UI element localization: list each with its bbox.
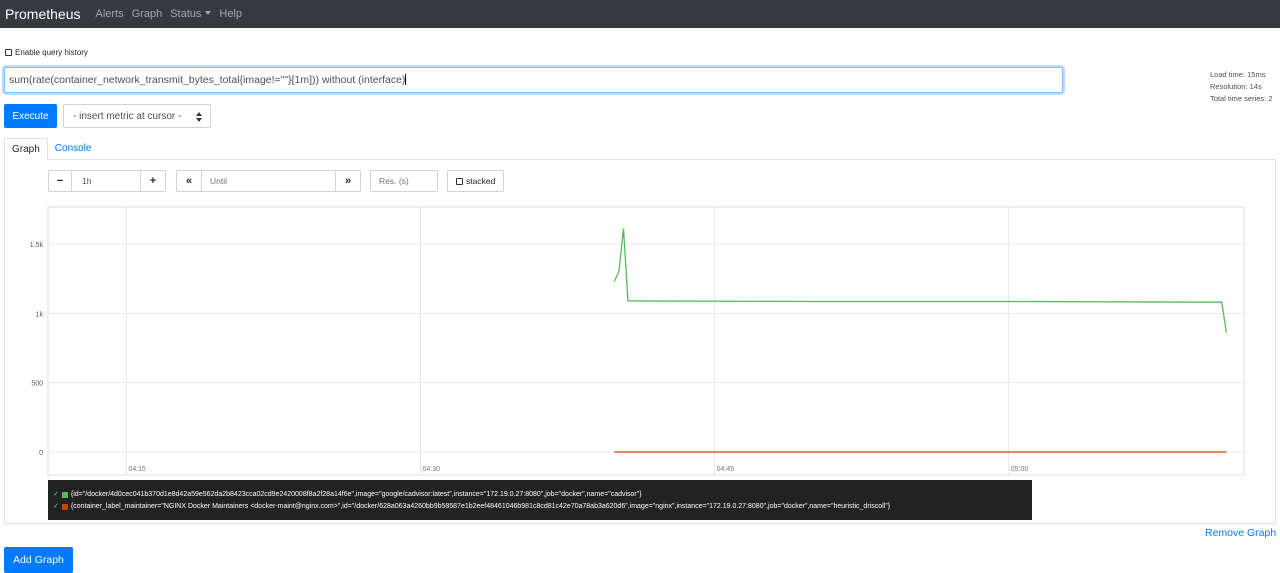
chart-axes: 0 500 1k 1.5k 04:15 04:30 04:45 05:00 [30,242,1029,473]
x-tick-label: 04:30 [423,466,441,473]
legend-label: {id="/docker/4d0cec041b370d1e8d42a59e562… [70,491,642,498]
chart-grid [47,206,1245,476]
add-graph-button[interactable]: Add Graph [4,547,73,573]
legend-item[interactable]: ✓ {container_label_maintainer="NGINX Doc… [53,501,1027,513]
y-tick-label: 1k [36,311,44,318]
x-tick-label: 04:15 [128,466,146,473]
legend-swatch [61,492,68,498]
chart-series [613,228,1228,453]
tab-graph[interactable]: Graph [4,138,48,160]
remove-graph-link[interactable]: Remove Graph [1205,527,1276,539]
legend-label: {container_label_maintainer="NGINX Docke… [70,503,891,510]
graph-legend: ✓ {id="/docker/4d0cec041b370d1e8d42a59e5… [48,480,1032,520]
x-tick-label: 05:00 [1011,466,1029,473]
check-icon: ✓ [53,491,59,498]
plot-frame [47,206,1245,476]
y-tick-label: 1.5k [30,242,44,249]
legend-item[interactable]: ✓ {id="/docker/4d0cec041b370d1e8d42a59e5… [53,489,1027,501]
legend-swatch [61,504,68,510]
y-tick-label: 500 [31,381,43,388]
check-icon: ✓ [53,503,59,510]
x-tick-label: 04:45 [717,466,735,473]
y-tick-label: 0 [39,450,43,457]
